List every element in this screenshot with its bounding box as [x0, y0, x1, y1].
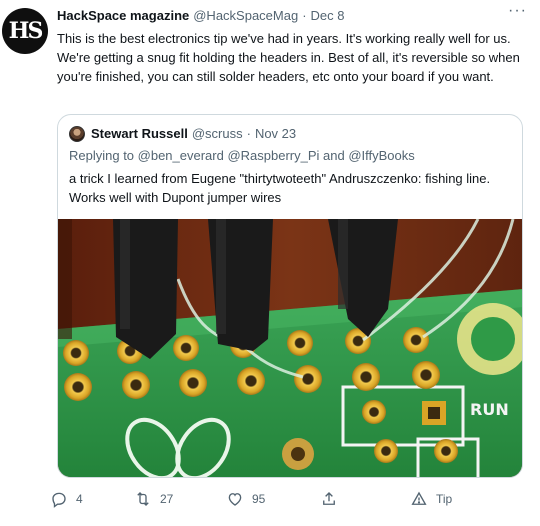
tweet-text: This is the best electronics tip we've h…: [57, 31, 520, 84]
like-button[interactable]: 95: [226, 490, 265, 508]
author-handle[interactable]: @HackSpaceMag: [193, 8, 298, 23]
quoted-tweet-header: Stewart Russell @scruss · Nov 23: [91, 126, 296, 141]
replying-to: Replying to @ben_everard @Raspberry_Pi a…: [69, 148, 415, 163]
share-icon: [323, 492, 335, 505]
reply-icon: [52, 492, 66, 508]
avatar-initials: HS: [8, 18, 44, 44]
tip-icon: [411, 491, 427, 505]
tweet-header: HackSpace magazine @HackSpaceMag · Dec 8: [57, 8, 345, 23]
author-avatar[interactable]: HS: [2, 8, 48, 54]
tip-label: Tip: [436, 492, 453, 506]
like-count: 95: [252, 492, 266, 506]
author-name[interactable]: HackSpace magazine: [57, 8, 189, 23]
reply-count: 4: [76, 492, 83, 506]
quoted-author-name: Stewart Russell: [91, 126, 188, 141]
share-button[interactable]: [320, 490, 338, 508]
more-icon[interactable]: ···: [508, 3, 526, 20]
separator-dot: ·: [302, 8, 307, 23]
tweet-actions: 4 27 95 Tip: [50, 490, 530, 516]
reply-button[interactable]: 4: [50, 490, 83, 508]
quoted-separator-dot: ·: [246, 126, 251, 141]
quoted-author-avatar: [69, 126, 85, 142]
tip-button[interactable]: Tip: [410, 490, 452, 508]
retweet-button[interactable]: 27: [134, 490, 173, 508]
silkscreen-text: RUN: [470, 400, 509, 419]
retweet-icon: [137, 492, 149, 506]
silkscreen-run: RUN: [470, 400, 509, 419]
quoted-tweet-date: Nov 23: [254, 126, 297, 141]
quoted-tweet-photo[interactable]: RUN: [58, 219, 523, 478]
quoted-tweet[interactable]: Stewart Russell @scruss · Nov 23 Replyin…: [57, 114, 523, 478]
quoted-tweet-text: a trick I learned from Eugene "thirtytwo…: [69, 171, 491, 205]
retweet-count: 27: [160, 492, 174, 506]
like-icon: [228, 493, 242, 506]
tweet-date[interactable]: Dec 8: [311, 8, 345, 23]
quoted-author-handle: @scruss: [191, 126, 243, 141]
